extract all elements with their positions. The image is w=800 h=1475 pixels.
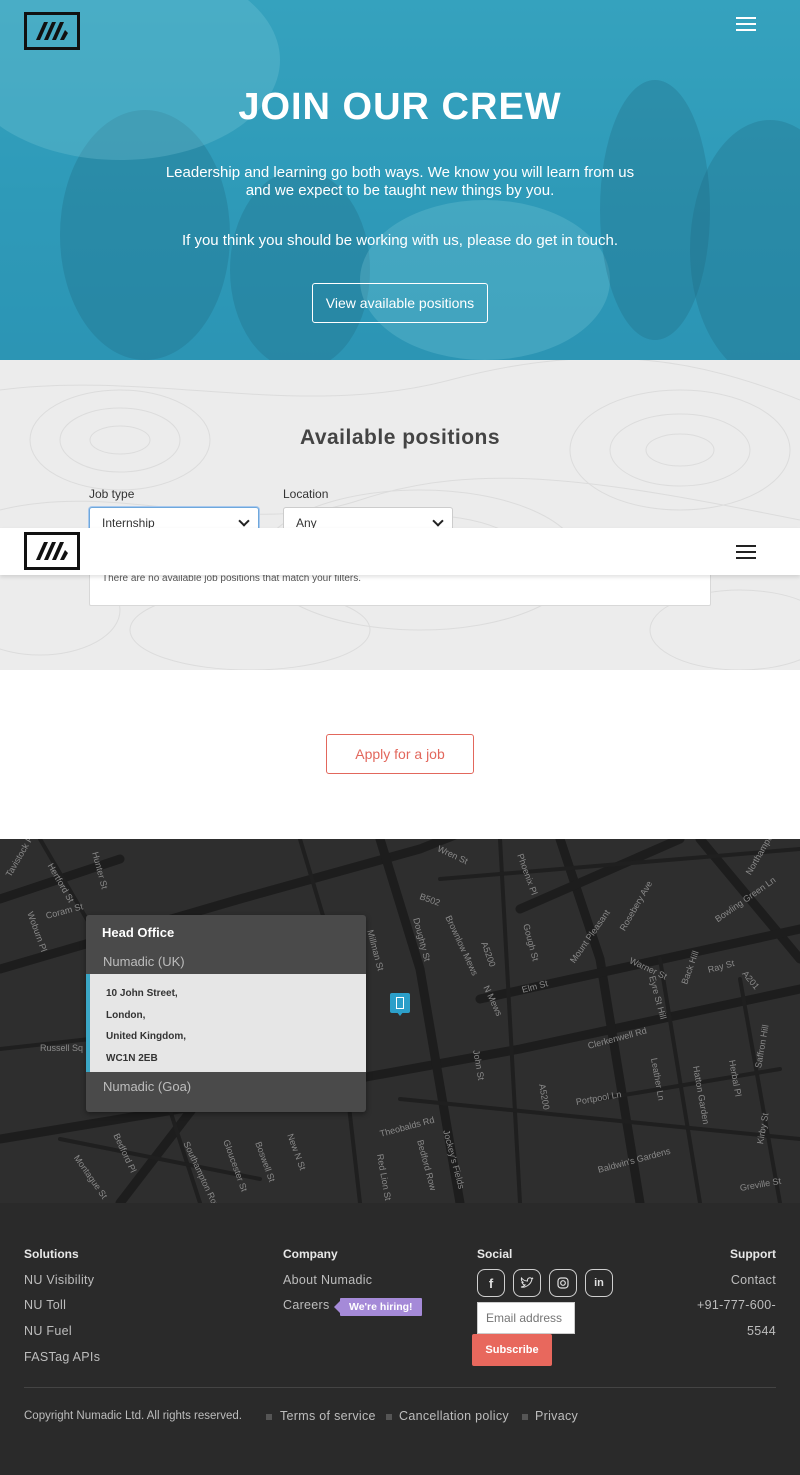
social-heading: Social [477,1247,513,1261]
office-map[interactable]: Tavistock Pl Hertford St Hunter St Coram… [0,839,800,1203]
logo-mark-icon [36,22,68,40]
logo[interactable] [24,12,80,50]
hero-section: JOIN OUR CREW Leadership and learning go… [0,0,800,360]
office-address: 10 John Street, London, United Kingdom, … [86,974,366,1072]
footer-link-about[interactable]: About Numadic [283,1273,372,1287]
hero-title: JOIN OUR CREW [238,86,562,128]
support-phone-line-1[interactable]: +91-777-600- [697,1298,776,1312]
logo-mark-icon [36,542,68,560]
hero-intro-line-2: and we expect to be taught new things by… [245,182,555,199]
positions-section: Available positions Job type Internship … [0,360,800,670]
twitter-icon[interactable] [513,1269,541,1297]
copyright-text: Copyright Numadic Ltd. All rights reserv… [24,1410,242,1422]
chevron-down-icon [432,515,444,527]
apply-for-job-button[interactable]: Apply for a job [326,734,474,774]
footer: Solutions NU Visibility NU Toll NU Fuel … [0,1203,800,1475]
footer-link-nu-fuel[interactable]: NU Fuel [24,1324,72,1338]
company-heading: Company [283,1247,338,1261]
subscribe-button[interactable]: Subscribe [472,1334,552,1366]
address-line: 10 John Street, [106,988,178,999]
footer-link-nu-toll[interactable]: NU Toll [24,1298,66,1312]
footer-link-careers[interactable]: Careers [283,1298,330,1312]
separator [386,1414,392,1420]
footer-link-fastag-apis[interactable]: FASTag APIs [24,1350,100,1364]
footer-link-cancellation[interactable]: Cancellation policy [399,1409,509,1423]
solutions-heading: Solutions [24,1247,79,1261]
office-item-goa[interactable]: Numadic (Goa) [103,1079,191,1094]
hero-invite-text: If you think you should be working with … [181,232,619,249]
chevron-down-icon [238,515,250,527]
separator [266,1414,272,1420]
support-heading: Support [730,1247,776,1261]
location-label: Location [283,487,329,501]
instagram-icon[interactable] [549,1269,577,1297]
menu-icon[interactable] [736,17,756,31]
office-item-uk[interactable]: Numadic (UK) [103,954,185,969]
footer-link-contact[interactable]: Contact [731,1273,776,1287]
positions-title: Available positions [299,426,501,449]
logo[interactable] [24,532,80,570]
facebook-icon[interactable]: f [477,1269,505,1297]
footer-link-nu-visibility[interactable]: NU Visibility [24,1273,94,1287]
office-card-heading: Head Office [102,925,175,940]
linkedin-icon[interactable]: in [585,1269,613,1297]
job-type-label: Job type [89,487,135,501]
newsletter-email-input[interactable] [477,1302,575,1334]
hiring-badge: We're hiring! [334,1298,422,1316]
footer-divider [24,1387,776,1388]
footer-link-terms[interactable]: Terms of service [280,1409,376,1423]
building-pin-icon[interactable] [390,993,410,1016]
menu-icon[interactable] [736,545,756,559]
separator [522,1414,528,1420]
sticky-navbar [0,528,800,575]
support-phone-line-2[interactable]: 5544 [747,1324,776,1338]
view-positions-button[interactable]: View available positions [312,283,488,323]
address-line: London, [106,1009,146,1021]
office-info-card: Head Office Numadic (UK) 10 John Street,… [86,915,366,1112]
footer-link-privacy[interactable]: Privacy [535,1409,578,1423]
address-line: United Kingdom, [106,1031,186,1042]
address-line: WC1N 2EB [106,1052,158,1064]
street-label: Russell Sq [40,1043,84,1053]
hero-intro-line-1: Leadership and learning go both ways. We… [165,164,635,181]
